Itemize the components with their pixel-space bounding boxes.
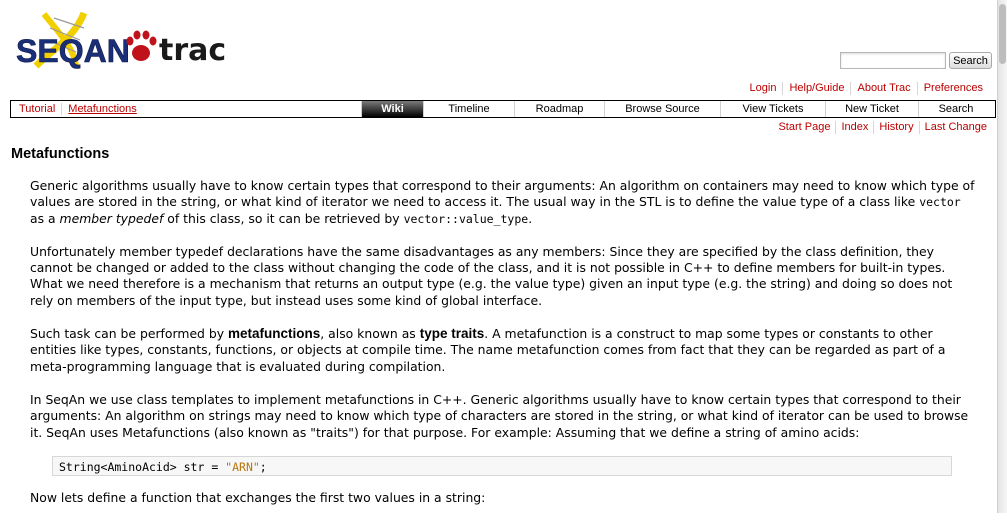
inline-code-vector: vector bbox=[919, 195, 961, 210]
p1-emphasis: member typedef bbox=[59, 210, 164, 226]
code-text-a: String<AminoAcid> str = bbox=[59, 459, 226, 474]
start-page-link[interactable]: Start Page bbox=[773, 121, 835, 134]
p1-text-d: . bbox=[528, 210, 533, 226]
paw-icon bbox=[126, 30, 157, 61]
help-guide-link[interactable]: Help/Guide bbox=[782, 82, 850, 95]
page-title: Metafunctions bbox=[11, 146, 110, 162]
paragraph-4: In SeqAn we use class templates to imple… bbox=[30, 391, 969, 440]
breadcrumb-metafunctions-link[interactable]: Metafunctions bbox=[61, 103, 142, 115]
breadcrumb-tutorial-link[interactable]: Tutorial bbox=[11, 103, 61, 115]
code-block: String<AminoAcid> str = "ARN"; bbox=[52, 455, 952, 476]
term-metafunctions: metafunctions bbox=[228, 326, 321, 342]
tab-new-ticket[interactable]: New Ticket bbox=[825, 101, 918, 117]
index-link[interactable]: Index bbox=[835, 121, 873, 134]
p3-text-b: , also known as bbox=[320, 326, 420, 342]
scrollbar-thumb[interactable] bbox=[999, 4, 1006, 64]
code-string-literal: "ARN" bbox=[225, 459, 260, 474]
paragraph-5: Now lets define a function that exchange… bbox=[30, 489, 486, 505]
main-nav: Tutorial Metafunctions Wiki Timeline Roa… bbox=[10, 100, 996, 118]
search-input[interactable] bbox=[840, 52, 946, 69]
paragraph-2: Unfortunately member typedef declaration… bbox=[30, 243, 953, 308]
inline-code-value-type: vector::value_type bbox=[403, 211, 529, 226]
tab-roadmap[interactable]: Roadmap bbox=[514, 101, 604, 117]
wiki-content: Generic algorithms usually have to know … bbox=[30, 178, 978, 523]
tab-search[interactable]: Search bbox=[918, 101, 993, 117]
code-text-b: ; bbox=[259, 459, 267, 474]
tab-timeline[interactable]: Timeline bbox=[423, 101, 514, 117]
context-nav: Start Page Index History Last Change bbox=[773, 121, 992, 134]
term-type-traits: type traits bbox=[419, 326, 485, 342]
tab-wiki[interactable]: Wiki bbox=[361, 101, 423, 117]
breadcrumb: Tutorial Metafunctions bbox=[11, 101, 361, 117]
p1-text-b: as a bbox=[30, 210, 60, 226]
last-change-link[interactable]: Last Change bbox=[918, 121, 992, 134]
logo-seqan-text: SEQAN bbox=[16, 33, 130, 69]
tab-view-tickets[interactable]: View Tickets bbox=[720, 101, 825, 117]
tab-browse-source[interactable]: Browse Source bbox=[604, 101, 720, 117]
preferences-link[interactable]: Preferences bbox=[916, 82, 989, 95]
p1-text-c: of this class, so it can be retrieved by bbox=[163, 210, 404, 226]
p3-text-a: Such task can be performed by bbox=[30, 326, 229, 342]
seqan-trac-logo[interactable]: SEQAN trac bbox=[14, 8, 229, 70]
history-link[interactable]: History bbox=[873, 121, 918, 134]
p1-text-a: Generic algorithms usually have to know … bbox=[30, 178, 975, 210]
logo-trac-text: trac bbox=[159, 33, 226, 68]
login-link[interactable]: Login bbox=[744, 82, 783, 95]
meta-nav: Login Help/Guide About Trac Preferences bbox=[744, 82, 989, 95]
vertical-scrollbar[interactable] bbox=[997, 0, 1007, 513]
search-button[interactable]: Search bbox=[949, 52, 992, 69]
about-trac-link[interactable]: About Trac bbox=[850, 82, 916, 95]
paragraph-3: Such task can be performed by metafuncti… bbox=[30, 326, 978, 375]
paragraph-1: Generic algorithms usually have to know … bbox=[30, 178, 978, 227]
